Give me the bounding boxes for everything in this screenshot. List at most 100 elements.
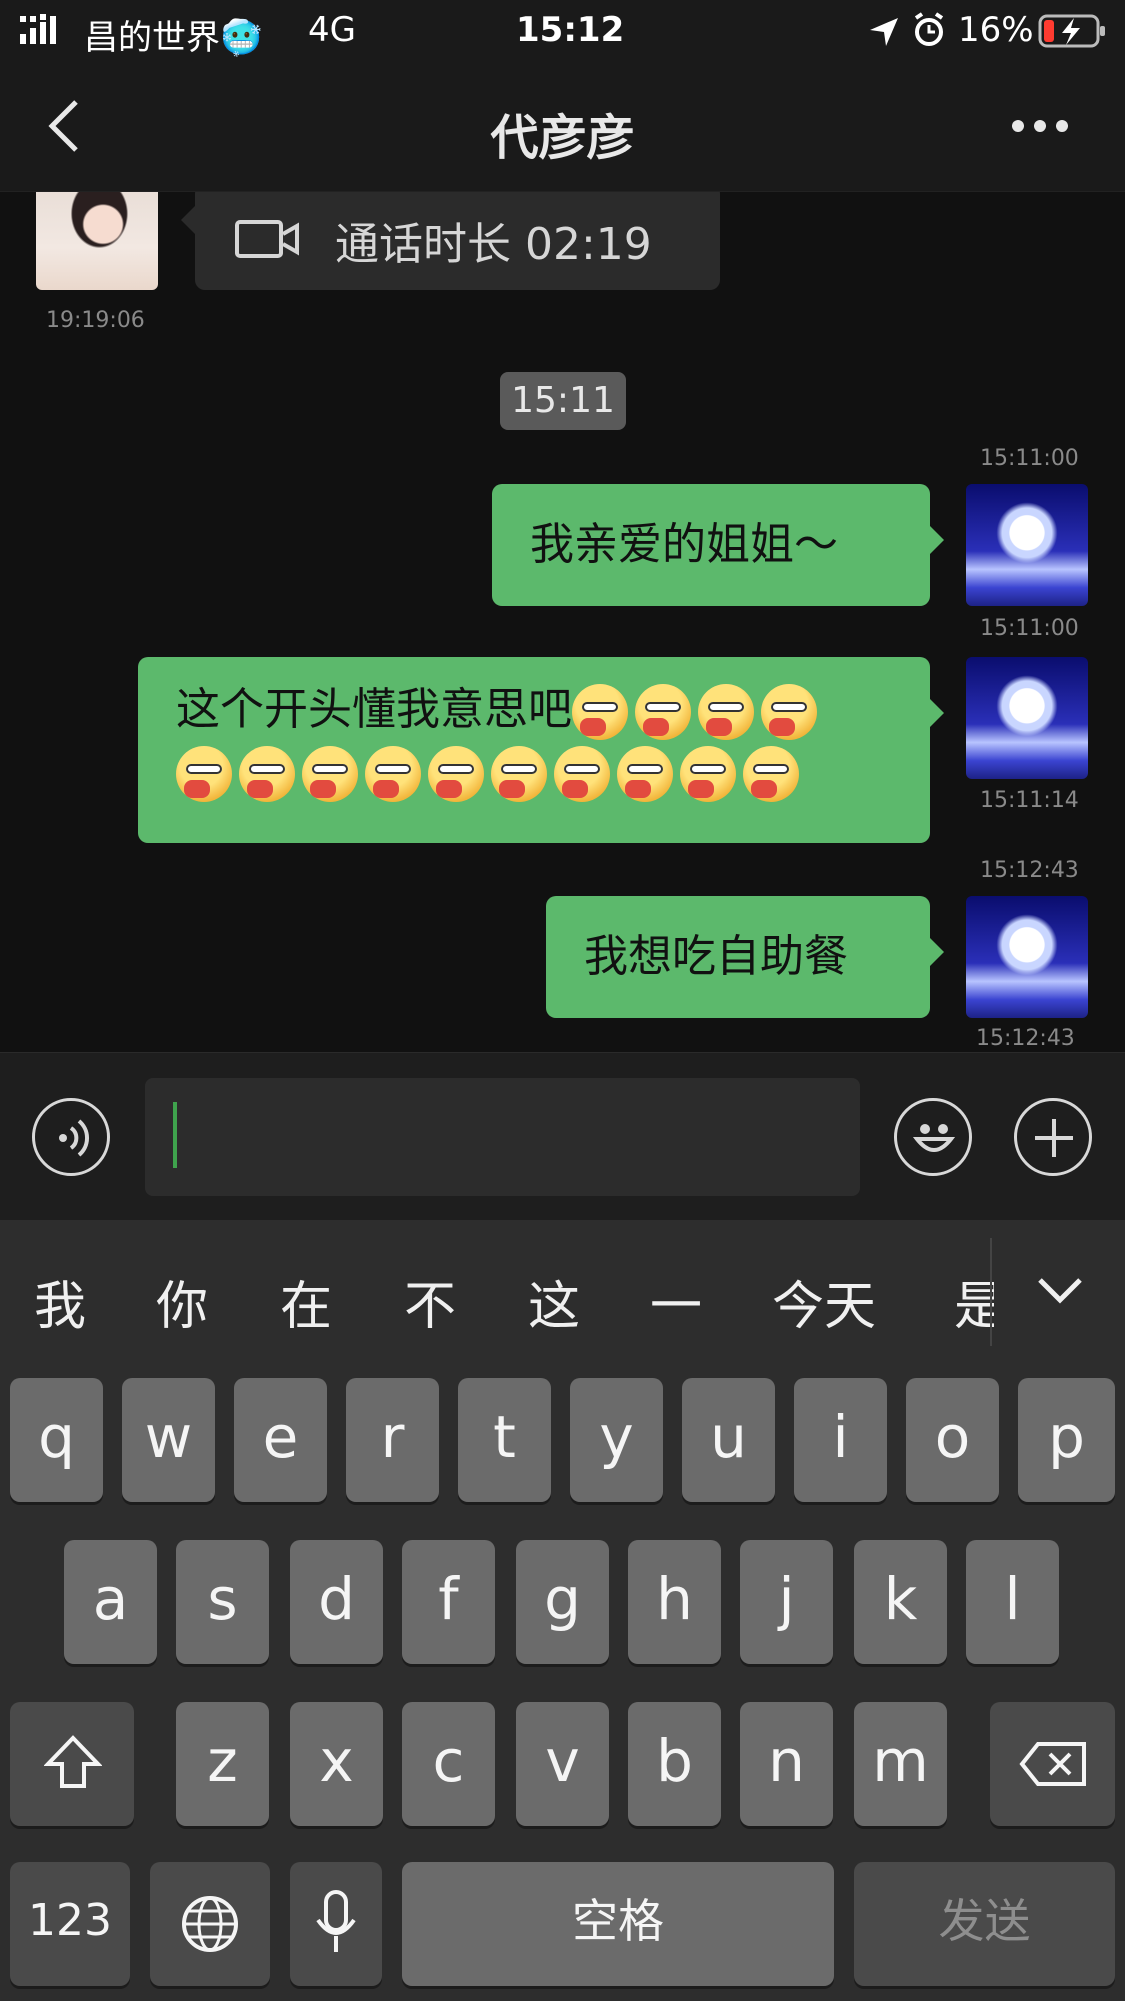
key-n[interactable]: n xyxy=(740,1702,833,1826)
divider xyxy=(990,1238,992,1346)
candidate-word[interactable]: 你 xyxy=(156,1264,208,1339)
key-k[interactable]: k xyxy=(854,1540,947,1664)
emoji-face-icon xyxy=(491,746,547,802)
candidate-word[interactable]: 是 xyxy=(954,1264,994,1339)
key-c[interactable]: c xyxy=(402,1702,495,1826)
emoji-face-icon xyxy=(365,746,421,802)
more-functions-button[interactable] xyxy=(1014,1098,1092,1176)
emoji-button[interactable] xyxy=(894,1098,972,1176)
message-text: 我亲爱的姐姐～ xyxy=(530,519,838,570)
key-f[interactable]: f xyxy=(402,1540,495,1664)
message-text: 这个开头懂我意思吧 xyxy=(176,684,572,735)
emoji-face-icon xyxy=(743,746,799,802)
emoji-face-icon xyxy=(617,746,673,802)
key-u[interactable]: u xyxy=(682,1378,775,1502)
message-input[interactable] xyxy=(145,1078,860,1196)
microphone-icon xyxy=(316,1890,356,1952)
key-s[interactable]: s xyxy=(176,1540,269,1664)
keyboard: 我 你 在 不 这 一 今天 是 q w e r t y u i o p a s… xyxy=(0,1220,1125,2001)
message-timestamp: 15:12:43 xyxy=(980,858,1079,883)
nav-bar: 代彦彦 xyxy=(0,62,1125,192)
signal-icon xyxy=(20,14,56,44)
time-divider: 15:11 xyxy=(500,372,626,430)
key-p[interactable]: p xyxy=(1018,1378,1115,1502)
shift-key[interactable] xyxy=(10,1702,134,1826)
location-icon xyxy=(870,18,898,46)
candidate-word[interactable]: 今天 xyxy=(772,1264,876,1339)
message-text: 我想吃自助餐 xyxy=(584,931,848,982)
battery-icon xyxy=(1038,14,1105,48)
more-icon[interactable] xyxy=(1010,118,1070,134)
emoji-face-icon xyxy=(635,684,691,740)
emoji-face-icon xyxy=(698,684,754,740)
emoji-face-icon xyxy=(554,746,610,802)
emoji-face-icon xyxy=(428,746,484,802)
dictation-key[interactable] xyxy=(290,1862,382,1986)
backspace-icon xyxy=(1019,1742,1086,1786)
video-camera-icon xyxy=(235,220,299,258)
candidate-word[interactable]: 一 xyxy=(650,1264,702,1339)
candidate-word[interactable]: 我 xyxy=(34,1264,86,1339)
key-y[interactable]: y xyxy=(570,1378,663,1502)
battery-percent: 16% xyxy=(958,10,1034,50)
voice-input-button[interactable] xyxy=(32,1098,110,1176)
key-r[interactable]: r xyxy=(346,1378,439,1502)
globe-key[interactable] xyxy=(150,1862,270,1986)
key-a[interactable]: a xyxy=(64,1540,157,1664)
my-avatar[interactable] xyxy=(966,484,1088,606)
key-q[interactable]: q xyxy=(10,1378,103,1502)
message-timestamp: 19:19:06 xyxy=(46,308,145,333)
candidate-word[interactable]: 这 xyxy=(528,1264,580,1339)
backspace-key[interactable] xyxy=(990,1702,1115,1826)
key-i[interactable]: i xyxy=(794,1378,887,1502)
message-timestamp: 15:11:14 xyxy=(980,788,1079,813)
space-key[interactable]: 空格 xyxy=(402,1862,834,1986)
emoji-face-icon xyxy=(176,746,232,802)
key-j[interactable]: j xyxy=(740,1540,833,1664)
message-timestamp: 15:11:00 xyxy=(980,616,1079,641)
key-e[interactable]: e xyxy=(234,1378,327,1502)
key-w[interactable]: w xyxy=(122,1378,215,1502)
numbers-key[interactable]: 123 xyxy=(10,1862,130,1986)
voice-input-icon xyxy=(59,1119,90,1157)
app-root: 昌的世界🥶 4G 15:12 16% 代彦彦 通话时长 02:19 19:19:… xyxy=(0,0,1125,2001)
key-d[interactable]: d xyxy=(290,1540,383,1664)
key-z[interactable]: z xyxy=(176,1702,269,1826)
key-m[interactable]: m xyxy=(854,1702,947,1826)
network-label: 4G xyxy=(308,10,356,50)
input-bar xyxy=(0,1052,1125,1220)
call-record-bubble[interactable]: 通话时长 02:19 xyxy=(181,192,720,290)
key-b[interactable]: b xyxy=(628,1702,721,1826)
chat-title: 代彦彦 xyxy=(490,110,635,166)
emoji-face-icon xyxy=(302,746,358,802)
plus-icon xyxy=(1035,1119,1073,1157)
key-x[interactable]: x xyxy=(290,1702,383,1826)
outgoing-message-bubble[interactable]: 我想吃自助餐 xyxy=(546,896,944,1018)
outgoing-message-bubble[interactable]: 这个开头懂我意思吧 xyxy=(138,657,944,843)
outgoing-message-bubble[interactable]: 我亲爱的姐姐～ xyxy=(492,484,944,606)
emoji-face-icon xyxy=(680,746,736,802)
my-avatar[interactable] xyxy=(966,896,1088,1018)
status-bar: 昌的世界🥶 4G 15:12 16% xyxy=(0,0,1125,62)
key-t[interactable]: t xyxy=(458,1378,551,1502)
emoji-face-icon xyxy=(761,684,817,740)
message-timestamp: 15:12:43 xyxy=(976,1026,1075,1051)
candidate-word[interactable]: 在 xyxy=(280,1264,332,1339)
chat-area[interactable]: 通话时长 02:19 19:19:06 15:11 15:11:00 我亲爱的姐… xyxy=(0,192,1125,1052)
chevron-down-icon[interactable] xyxy=(1036,1276,1084,1306)
smiley-icon xyxy=(912,1124,956,1152)
contact-avatar[interactable] xyxy=(36,192,158,290)
my-avatar[interactable] xyxy=(966,657,1088,779)
globe-icon xyxy=(182,1896,238,1952)
carrier-label: 昌的世界🥶 xyxy=(84,18,263,58)
key-o[interactable]: o xyxy=(906,1378,999,1502)
key-g[interactable]: g xyxy=(516,1540,609,1664)
key-h[interactable]: h xyxy=(628,1540,721,1664)
emoji-face-icon xyxy=(572,684,628,740)
send-key[interactable]: 发送 xyxy=(854,1862,1115,1986)
key-v[interactable]: v xyxy=(516,1702,609,1826)
key-l[interactable]: l xyxy=(966,1540,1059,1664)
candidate-bar: 我 你 在 不 这 一 今天 是 xyxy=(0,1220,1125,1360)
alarm-icon xyxy=(914,12,944,46)
candidate-word[interactable]: 不 xyxy=(404,1264,456,1339)
